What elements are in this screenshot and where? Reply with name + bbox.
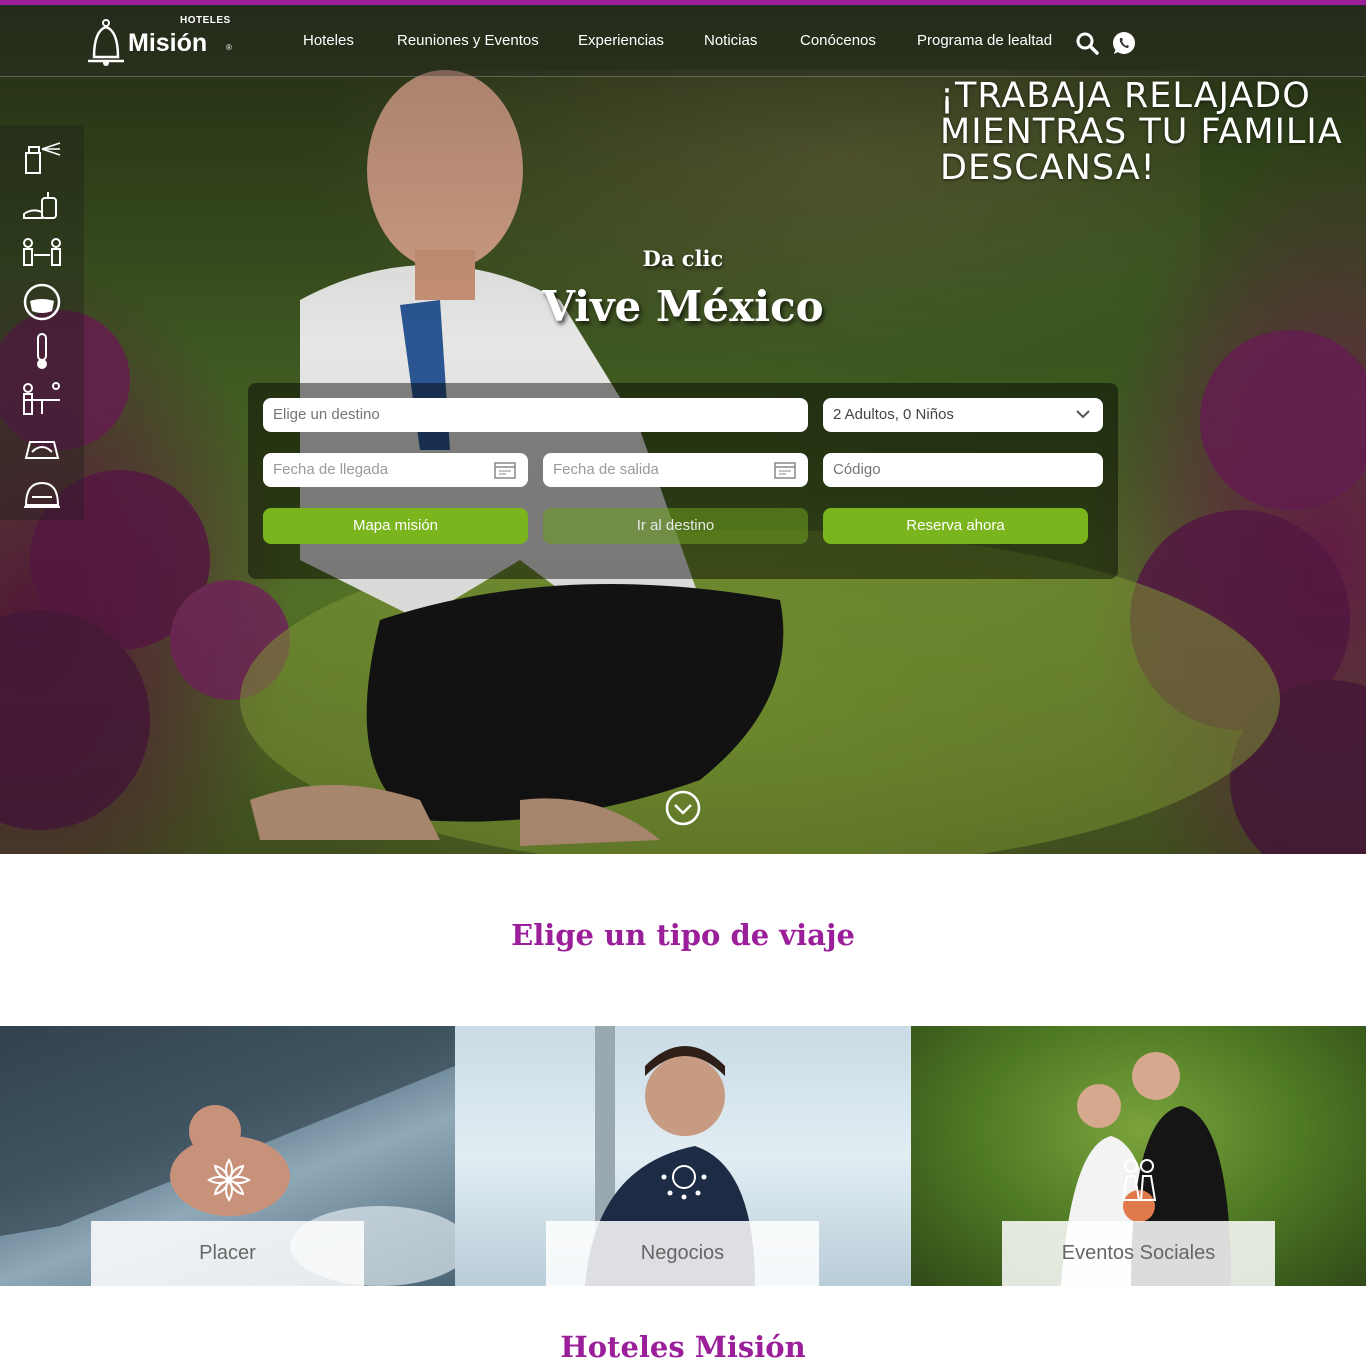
trip-card-negocios[interactable]: Negocios: [455, 1026, 911, 1286]
main-navbar: HOTELES Misión ® Hoteles Reuniones y Eve…: [0, 5, 1366, 77]
destination-input[interactable]: [263, 398, 808, 432]
nav-item-conocenos[interactable]: Conócenos: [800, 32, 876, 49]
trip-label-eventos-sociales[interactable]: Eventos Sociales: [1002, 1221, 1275, 1286]
departure-date-field[interactable]: Fecha de salida: [543, 453, 808, 487]
whatsapp-icon[interactable]: [1112, 31, 1136, 55]
map-button[interactable]: Mapa misión: [263, 508, 528, 544]
book-now-button[interactable]: Reserva ahora: [823, 508, 1088, 544]
promo-code-input[interactable]: [823, 453, 1103, 487]
sanitizer-spray-icon[interactable]: [20, 139, 64, 177]
trip-label-negocios[interactable]: Negocios: [546, 1221, 819, 1286]
social-distance-icon[interactable]: [20, 235, 64, 273]
business-icon: [661, 1165, 707, 1200]
chevron-down-icon: [1076, 410, 1090, 419]
trip-card-eventos-sociales[interactable]: Eventos Sociales: [911, 1026, 1366, 1286]
calendar-icon: [774, 462, 796, 479]
bell-logo-icon: [88, 19, 124, 66]
go-to-destination-button[interactable]: Ir al destino: [543, 508, 808, 544]
thermometer-icon[interactable]: [20, 332, 64, 370]
covered-food-icon[interactable]: [20, 475, 64, 513]
trip-types-title: Elige un tipo de viaje: [511, 918, 855, 952]
logo-registered-mark: ®: [226, 43, 232, 52]
nav-item-hoteles[interactable]: Hoteles: [303, 32, 354, 49]
booking-panel: 2 Adultos, 0 Niños Fecha de llegada Fech…: [248, 383, 1118, 579]
trip-card-placer[interactable]: Placer: [0, 1026, 455, 1286]
arrival-date-placeholder: Fecha de llegada: [273, 461, 389, 478]
guests-select[interactable]: 2 Adultos, 0 Niños: [823, 398, 1103, 432]
nav-item-reuniones-eventos[interactable]: Reuniones y Eventos: [397, 32, 539, 49]
disinfected-bed-icon[interactable]: [20, 428, 64, 466]
scroll-down-icon[interactable]: [665, 790, 701, 826]
hand-wash-icon[interactable]: [20, 186, 64, 224]
nav-item-experiencias[interactable]: Experiencias: [578, 32, 664, 49]
logo-brand-name: Misión: [128, 29, 208, 57]
departure-date-placeholder: Fecha de salida: [553, 461, 659, 478]
logo-hoteles-text: HOTELES: [180, 15, 231, 26]
hero-title: Vive México: [542, 282, 824, 331]
trip-label-placer[interactable]: Placer: [91, 1221, 364, 1286]
lotus-icon: [207, 1158, 251, 1202]
nav-item-programa-lealtad[interactable]: Programa de lealtad: [917, 32, 1052, 49]
hotels-section-title: Hoteles Misión: [560, 1330, 806, 1364]
face-mask-icon[interactable]: [20, 283, 64, 321]
nav-item-noticias[interactable]: Noticias: [704, 32, 757, 49]
hero-subtitle: Da clic: [642, 246, 724, 271]
guests-value: 2 Adultos, 0 Niños: [833, 406, 954, 423]
tagline-line-3: DESCANSA!: [940, 148, 1156, 188]
table-distance-icon[interactable]: [20, 380, 64, 418]
hero-tagline: ¡TRABAJA RELAJADO MIENTRAS TU FAMILIA DE…: [940, 78, 1360, 186]
tagline-line-2: MIENTRAS TU FAMILIA: [940, 112, 1343, 152]
wedding-couple-icon: [1121, 1159, 1157, 1201]
arrival-date-field[interactable]: Fecha de llegada: [263, 453, 528, 487]
search-icon[interactable]: [1075, 31, 1099, 55]
calendar-icon: [494, 462, 516, 479]
health-protocol-sidebar: [0, 125, 84, 520]
hoteles-mision-logo[interactable]: HOTELES Misión ®: [84, 13, 234, 69]
tagline-line-1: ¡TRABAJA RELAJADO: [940, 76, 1311, 116]
